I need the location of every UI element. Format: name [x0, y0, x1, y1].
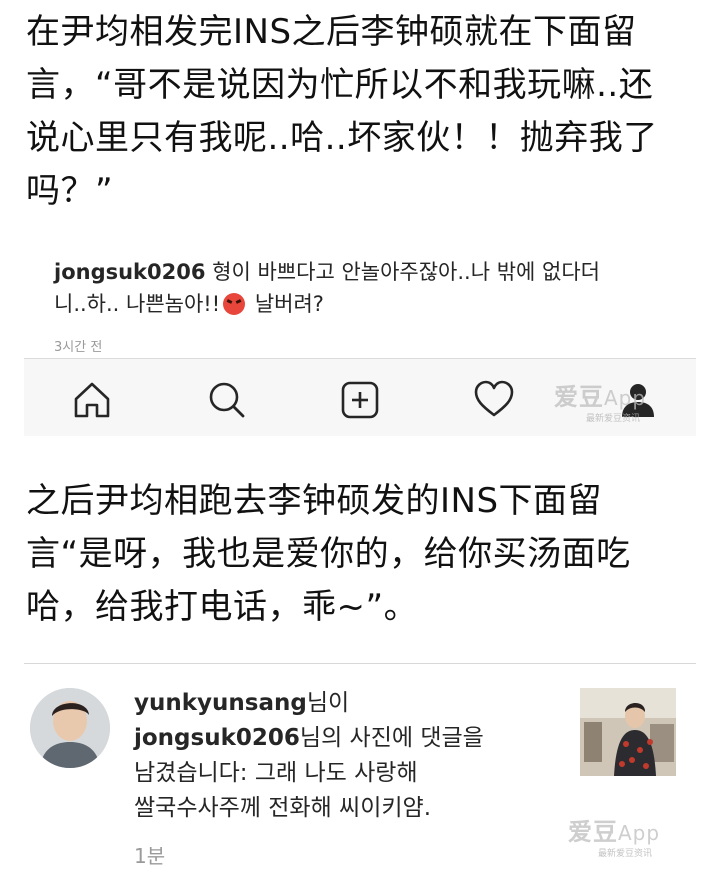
- comment-timestamp: 3시간 전: [54, 340, 103, 355]
- post-thumbnail[interactable]: [580, 688, 676, 776]
- instagram-notification-screenshot: yunkyunsang님이 jongsuk0206님의 사진에 댓글을 남겼습니…: [24, 663, 696, 895]
- watermark-logo: 爱豆App: [568, 818, 661, 846]
- angry-face-icon: [223, 293, 246, 315]
- search-icon[interactable]: [204, 379, 248, 421]
- notification-line-2: jongsuk0206님의 사진에 댓글을: [134, 725, 484, 751]
- notification-line-1: yunkyunsang님이: [134, 690, 350, 716]
- notification-time: 1분: [134, 844, 166, 868]
- bottom-tab-bar: 爱豆App 最新爱豆资讯: [24, 358, 696, 436]
- article-line: 哈，给我打电话，乖~”。: [26, 587, 419, 627]
- article-line: 言“是呀，我也是爱你的，给你买汤面吃: [26, 534, 631, 574]
- comment-text: 날버려?: [254, 292, 324, 316]
- notification-line-4: 쌀국수사주께 전화해 씨이키얌.: [134, 795, 432, 821]
- watermark-subtitle: 最新爱豆资讯: [598, 849, 653, 859]
- comment-username[interactable]: jongsuk0206: [54, 260, 205, 284]
- comment-line-2: 니..하.. 나쁜놈아!! 날버려?: [54, 288, 672, 320]
- notification-line-3: 남겼습니다: 그래 나도 사랑해: [134, 760, 418, 786]
- add-post-icon[interactable]: [338, 379, 382, 421]
- comment-text: 형이 바쁘다고 안놀아주잖아..나 밖에 없다더: [212, 260, 600, 284]
- comment-line-1: jongsuk0206 형이 바쁘다고 안놀아주잖아..나 밖에 없다더: [54, 256, 672, 288]
- notification-text: yunkyunsang님이 jongsuk0206님의 사진에 댓글을 남겼습니…: [134, 686, 574, 826]
- article-line: 在尹均相发完INS之后李钟硕就在下面留: [26, 12, 637, 52]
- article-line: 吗？”: [26, 171, 114, 211]
- article-line: 说心里只有我呢..哈..坏家伙！！抛弃我了: [26, 118, 658, 158]
- notification-username[interactable]: yunkyunsang: [134, 690, 307, 716]
- watermark-logo: 爱豆App: [554, 383, 647, 411]
- watermark-subtitle: 最新爱豆资讯: [586, 414, 641, 424]
- heart-icon[interactable]: [472, 379, 516, 421]
- notification-username[interactable]: jongsuk0206: [134, 725, 300, 751]
- comment-text: 니..하.. 나쁜놈아!!: [54, 292, 221, 316]
- instagram-comment-screenshot: jongsuk0206 형이 바쁘다고 안놀아주잖아..나 밖에 없다더 니..…: [24, 240, 696, 436]
- article-paragraph-1: 在尹均相发完INS之后李钟硕就在下面留 言，“哥不是说因为忙所以不和我玩嘛..还…: [26, 6, 700, 218]
- article-line: 言，“哥不是说因为忙所以不和我玩嘛..还: [26, 65, 654, 105]
- article-paragraph-2: 之后尹均相跑去李钟硕发的INS下面留 言“是呀，我也是爱你的，给你买汤面吃 哈，…: [26, 475, 700, 634]
- article-line: 之后尹均相跑去李钟硕发的INS下面留: [26, 481, 603, 521]
- home-icon[interactable]: [70, 379, 114, 421]
- avatar[interactable]: [30, 688, 110, 768]
